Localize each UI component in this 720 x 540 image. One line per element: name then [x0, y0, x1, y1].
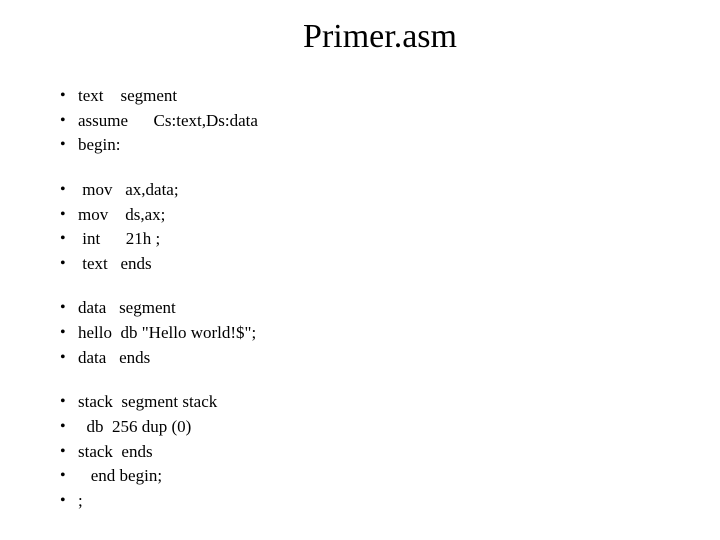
- list-item: text ends: [78, 252, 670, 277]
- code-list: text segment assume Cs:text,Ds:data begi…: [50, 84, 670, 514]
- list-item: end begin;: [78, 464, 670, 489]
- list-item: data ends: [78, 346, 670, 371]
- list-item-blank: [78, 370, 670, 390]
- list-item: assume Cs:text,Ds:data: [78, 109, 670, 134]
- list-item: stack segment stack: [78, 390, 670, 415]
- list-item: begin:: [78, 133, 670, 158]
- list-item: text segment: [78, 84, 670, 109]
- list-item-blank: [78, 158, 670, 178]
- list-item: hello db "Hello world!$";: [78, 321, 670, 346]
- list-item: int 21h ;: [78, 227, 670, 252]
- list-item: data segment: [78, 296, 670, 321]
- list-item: ;: [78, 489, 670, 514]
- list-item: db 256 dup (0): [78, 415, 670, 440]
- list-item: stack ends: [78, 440, 670, 465]
- list-item: mov ax,data;: [78, 178, 670, 203]
- list-item: mov ds,ax;: [78, 203, 670, 228]
- list-item-blank: [78, 276, 670, 296]
- page-title: Primer.asm: [90, 18, 670, 56]
